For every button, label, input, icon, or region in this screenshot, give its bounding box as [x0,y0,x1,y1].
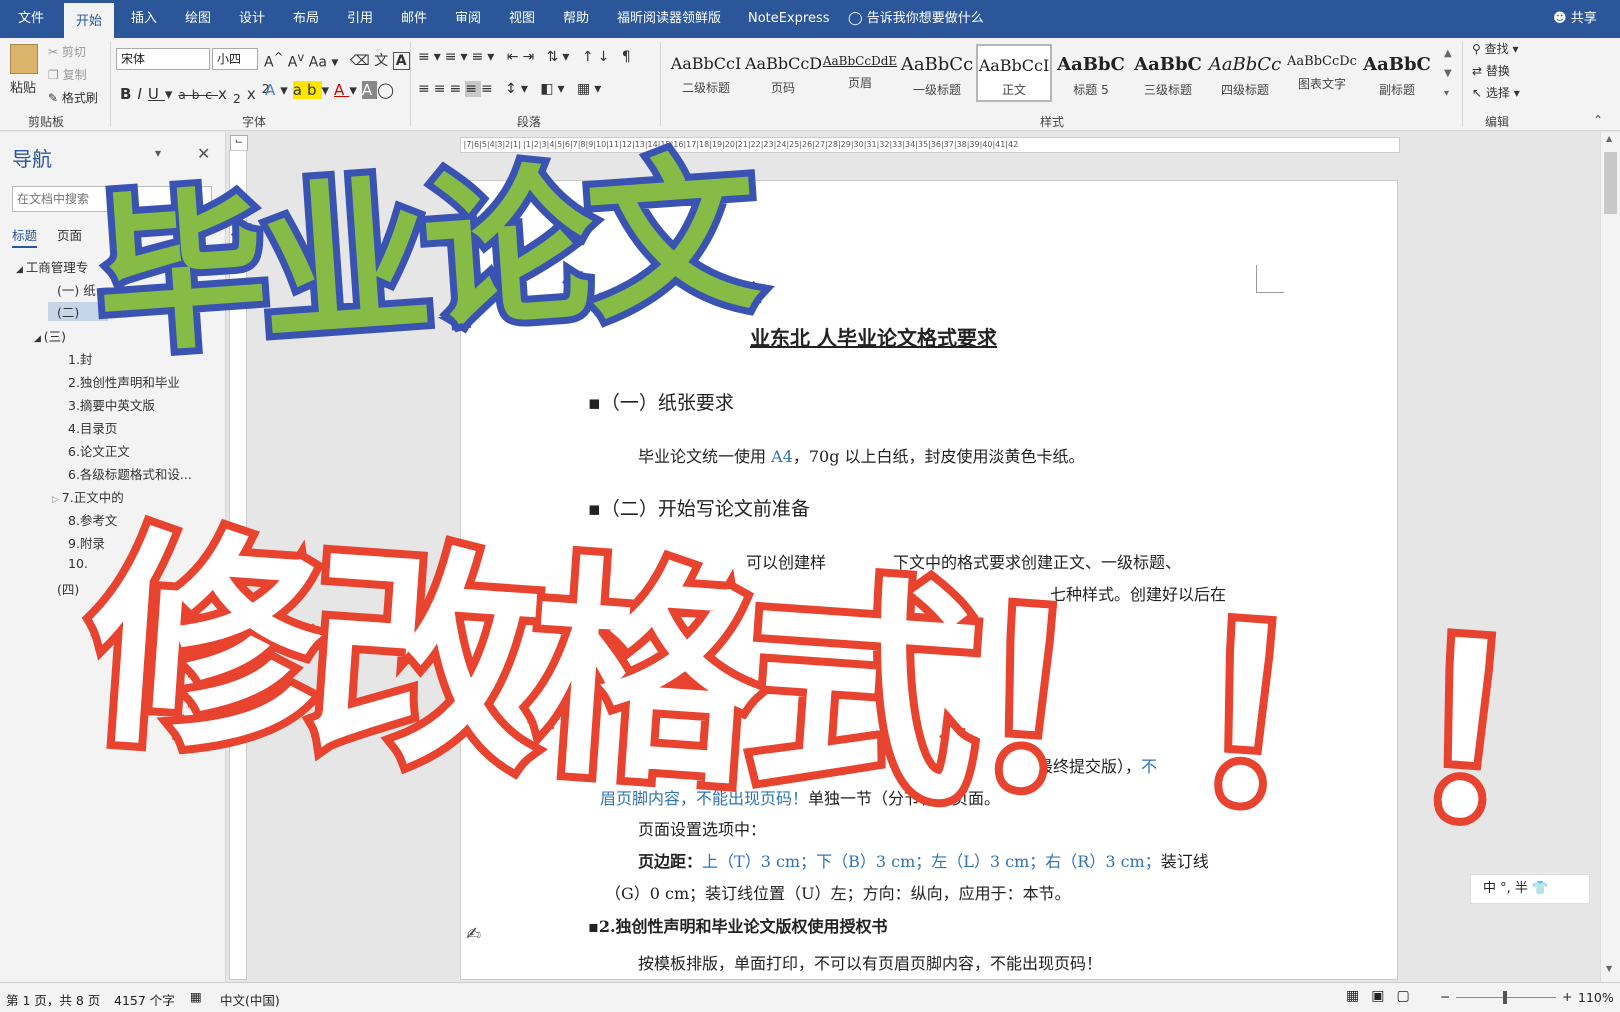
font-size-select[interactable]: 小四 [212,48,258,70]
nav-item[interactable]: 3.摘要中英文版 [68,395,155,414]
clear-format-button[interactable]: ⌫ 文 A [350,50,410,70]
paste-button[interactable]: 粘贴 [10,77,36,96]
scroll-down-icon[interactable]: ▼ [1606,964,1612,973]
cut-button[interactable]: ✂ 剪切 [48,43,86,60]
tab-home[interactable]: 开始 [64,0,115,38]
list-buttons[interactable]: ≡▾≡▾≡▾ ⇤⇥ ⇅▾ ↑↓ ¶ [418,49,635,65]
select-button[interactable]: ↖ 选择 ▾ [1472,84,1520,101]
style-heading4[interactable]: AaBbCc 四级标题 [1207,44,1283,102]
word-count[interactable]: 4157 个字 [114,990,175,1009]
search-icon: ⚲ [1472,42,1485,56]
tell-me-box[interactable]: ◯ 告诉我你想要做什么 [848,0,984,38]
separator [110,42,111,126]
style-normal[interactable]: AaBbCcI 正文 [976,44,1052,102]
style-heading5[interactable]: AaBbC 标题 5 [1053,44,1129,102]
tab-help[interactable]: 帮助 [563,0,589,38]
tab-draw[interactable]: 绘图 [185,0,211,38]
lightbulb-icon: ◯ [848,11,867,26]
paragraph: （G）0 cm；装订线位置（U）左；方向：纵向，应用于：本节。 [605,884,1071,903]
group-label-clipboard: 剪贴板 [28,115,65,129]
nav-item[interactable]: 10. [68,556,88,571]
shirt-icon: 👕 [1532,881,1549,896]
tab-view[interactable]: 视图 [509,0,535,38]
cursor-icon: ↖ [1472,86,1486,100]
font-name-select[interactable]: 宋体 [116,48,210,70]
overlay-title-thesis: 毕业论文 [83,128,765,385]
group-label-font: 字体 [242,115,267,129]
ime-toolbar[interactable]: 中 °, 半 👕 [1470,874,1590,904]
find-button[interactable]: ⚲ 查找 ▾ [1472,40,1518,57]
nav-item[interactable]: 4.目录页 [68,418,117,437]
nav-item[interactable]: ◢ (三) [34,326,66,345]
tab-references[interactable]: 引用 [347,0,373,38]
tab-noteexpress[interactable]: NoteExpress [748,0,830,38]
format-painter-button[interactable]: ✎ 格式刷 [48,89,98,106]
nav-item[interactable]: ◢ 工商管理专 [16,257,88,276]
scissors-icon: ✂ [48,45,62,59]
nav-tab-pages[interactable]: 页面 [57,225,82,244]
heading-declaration: ▪2.独创性声明和毕业论文版权使用授权书 [588,917,888,936]
styles-scroll[interactable]: ▲ ▼ ▾ [1444,44,1452,104]
tab-insert[interactable]: 插入 [131,0,157,38]
grow-font-button[interactable]: A^ Av Aa ▾ [264,50,338,71]
copy-icon: ❐ [48,68,63,82]
style-subtitle[interactable]: AaBbC 副标题 [1361,44,1433,102]
doc-title: 业东北 人毕业论文格式要求 [750,326,997,350]
tab-mailings[interactable]: 邮件 [401,0,427,38]
brush-icon: ✎ [48,91,62,105]
paragraph: 毕业论文统一使用 A4，70g 以上白纸，封皮使用淡黄色卡纸。 [638,447,1085,466]
zoom-level[interactable]: 110% [1578,990,1614,1005]
vertical-scrollbar[interactable]: ▲ ▼ [1600,132,1620,982]
page-count[interactable]: 第 1 页，共 8 页 [6,990,100,1009]
person-icon: ☻ [1553,11,1571,26]
view-buttons[interactable]: ▦▣▢ [1346,988,1422,1004]
language[interactable]: 中文(中国) [220,990,280,1009]
style-figure-text[interactable]: AaBbCcDc 图表文字 [1284,44,1360,102]
status-bar: 第 1 页，共 8 页 4157 个字 ▦ 中文(中国) ▦▣▢ − + 110… [0,982,1620,1012]
pen-icon: ✍ [466,924,482,945]
zoom-slider-thumb[interactable] [1503,991,1507,1004]
style-heading2[interactable]: AaBbCcI 二级标题 [668,44,744,102]
proofing-icon[interactable]: ▦ [190,989,202,1004]
style-heading3[interactable]: AaBbC 三级标题 [1130,44,1206,102]
tab-file[interactable]: 文件 [18,0,44,38]
group-label-styles: 样式 [1040,115,1065,129]
nav-item[interactable]: 1.封 [68,349,92,368]
replace-icon: ⇄ [1472,64,1486,78]
menu-bar: 文件 开始 插入 绘图 设计 布局 引用 邮件 审阅 视图 帮助 福昕阅读器领鲜… [0,0,1620,38]
style-page-number[interactable]: AaBbCcD 页码 [745,44,821,102]
expand-icon: ▷ [52,495,62,505]
nav-tab-headings[interactable]: 标题 [12,225,38,248]
clipboard-icon [10,44,38,74]
nav-item[interactable]: (四) [57,579,79,598]
separator [1462,42,1463,126]
collapse-icon: ◢ [16,265,26,275]
heading-paper: ▪（一）纸张要求 [588,392,734,414]
tab-layout[interactable]: 布局 [293,0,319,38]
collapse-icon: ◢ [34,334,44,344]
scroll-up-icon[interactable]: ▲ [1606,134,1612,143]
zoom-out-button[interactable]: − [1440,989,1450,1004]
group-label-editing: 编辑 [1485,115,1510,129]
font-format-buttons[interactable]: BIU▾abcx2x2 [120,81,276,106]
align-buttons[interactable]: ≡≡≡≡≡ ↕▾ ◧▾ ▦▾ [418,81,605,97]
collapse-ribbon-icon[interactable]: ⌃ [1593,113,1603,127]
scroll-thumb[interactable] [1604,152,1617,214]
tab-design[interactable]: 设计 [239,0,265,38]
margin-mark [1256,265,1284,293]
style-heading1[interactable]: AaBbCc 一级标题 [899,44,975,102]
copy-button[interactable]: ❐ 复制 [48,66,87,83]
paragraph: 按模板排版，单面打印，不可以有页眉页脚内容，不能出现页码！ [638,954,1103,973]
nav-item[interactable]: (一) 纸 [57,280,96,299]
style-header[interactable]: AaBbCcDdE 页眉 [822,44,898,102]
tab-foxit[interactable]: 福昕阅读器领鲜版 [617,0,721,38]
replace-button[interactable]: ⇄ 替换 [1472,62,1510,79]
separator [410,42,411,126]
nav-title: 导航 [12,147,52,171]
tab-review[interactable]: 审阅 [455,0,481,38]
zoom-in-button[interactable]: + [1562,989,1572,1004]
share-button[interactable]: ☻ 共享 [1553,0,1597,38]
font-color-buttons[interactable]: A▾ab▾A▾A◯ [265,81,399,99]
